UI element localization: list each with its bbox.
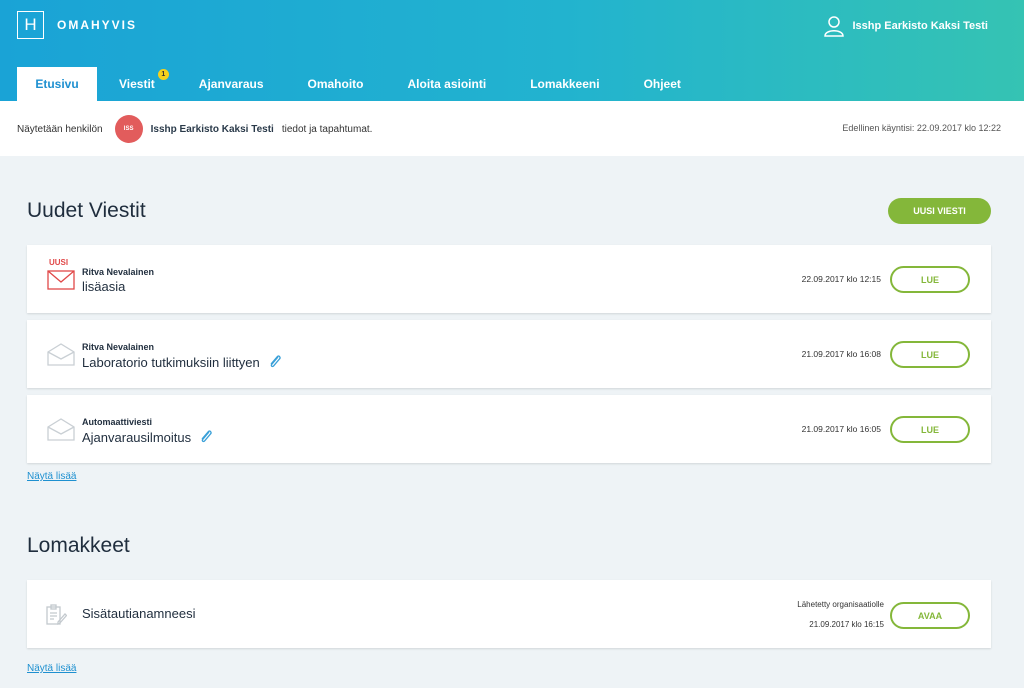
subject-text: Laboratorio tutkimuksiin liittyen [82,354,260,370]
form-name-text: Sisätautianamneesi [82,606,196,621]
read-button[interactable]: LUE [890,266,970,293]
message-sender: Automaattiviesti [82,417,153,427]
paperclip-icon [201,430,212,443]
tab-label: Ajanvaraus [198,77,264,91]
info-suffix: tiedot ja tapahtumat. [281,123,373,135]
user-icon [824,16,845,37]
forms-title: Lomakkeet [27,534,130,557]
message-row[interactable]: Automaattiviesti Ajanvarausilmoitus 21.0… [27,395,991,463]
tab-omahoito[interactable]: Omahoito [286,67,386,101]
message-date: 21.09.2017 klo 16:08 [801,349,881,359]
subject-text: lisäasia [82,279,126,294]
message-sender: Ritva Nevalainen [82,267,155,277]
tab-label: Lomakkeeni [530,77,600,91]
avatar[interactable]: ISS [114,115,143,143]
tab-label: Omahoito [307,77,364,91]
tab-ohjeet[interactable]: Ohjeet [622,67,703,101]
show-more-forms-link[interactable]: Näytä lisää [27,663,76,674]
message-subject: lisäasia [82,279,125,294]
tab-ajanvaraus[interactable]: Ajanvaraus [177,67,286,101]
paperclip-icon [270,355,281,368]
logo-icon[interactable]: H [17,11,44,39]
info-prefix: Näytetään henkilön [17,123,103,135]
message-date: 22.09.2017 klo 12:15 [801,274,881,284]
user-name: Isshp Earkisto Kaksi Testi [852,20,988,32]
envelope-open-icon [47,418,75,441]
message-row[interactable]: Ritva Nevalainen Laboratorio tutkimuksii… [27,320,991,388]
tab-aloita-asiointi[interactable]: Aloita asiointi [386,67,509,101]
last-visit: Edellinen käyntisi: 22.09.2017 klo 12:22 [842,123,1001,133]
form-row[interactable]: Sisätautianamneesi Lähetetty organisaati… [27,580,991,648]
message-row[interactable]: UUSI Ritva Nevalainen lisäasia 22.09.201… [27,245,991,313]
tab-label: Ohjeet [643,77,681,91]
app-header: H OMAHYVIS Isshp Earkisto Kaksi Testi Et… [0,0,1024,101]
form-status: Lähetetty organisaatiolle [797,600,884,609]
unread-badge: 1 [157,69,169,80]
read-button[interactable]: LUE [890,416,970,443]
tab-label: Viestit [119,77,155,91]
open-form-button[interactable]: AVAA [890,602,970,629]
tab-etusivu[interactable]: Etusivu [17,67,97,101]
form-date: 21.09.2017 klo 16:15 [809,620,884,629]
clipboard-edit-icon [46,604,67,625]
message-sender: Ritva Nevalainen [82,342,155,352]
show-more-messages-link[interactable]: Näytä lisää [27,471,76,482]
person-name: Isshp Earkisto Kaksi Testi [150,123,274,135]
person-info: Näytetään henkilön ISS Isshp Earkisto Ka… [17,115,372,143]
subject-text: Ajanvarausilmoitus [82,429,192,445]
brand-name[interactable]: OMAHYVIS [57,18,137,32]
tab-label: Aloita asiointi [407,77,487,91]
form-name: Sisätautianamneesi [82,606,195,621]
new-message-button[interactable]: UUSI VIESTI [888,198,991,224]
info-bar: Näytetään henkilön ISS Isshp Earkisto Ka… [0,101,1024,156]
tab-viestit[interactable]: Viestit 1 [97,67,177,101]
read-button[interactable]: LUE [890,341,970,368]
tab-lomakkeeni[interactable]: Lomakkeeni [508,67,621,101]
envelope-icon [47,270,75,290]
message-date: 21.09.2017 klo 16:05 [801,424,881,434]
messages-title: Uudet Viestit [27,199,146,222]
new-label: UUSI [49,258,69,267]
message-subject: Laboratorio tutkimuksiin liittyen [82,354,282,370]
main-nav: Etusivu Viestit 1 Ajanvaraus Omahoito Alo… [17,67,703,101]
user-menu[interactable]: Isshp Earkisto Kaksi Testi [824,15,988,37]
envelope-open-icon [47,343,75,366]
tab-label: Etusivu [35,77,79,91]
message-subject: Ajanvarausilmoitus [82,429,213,445]
